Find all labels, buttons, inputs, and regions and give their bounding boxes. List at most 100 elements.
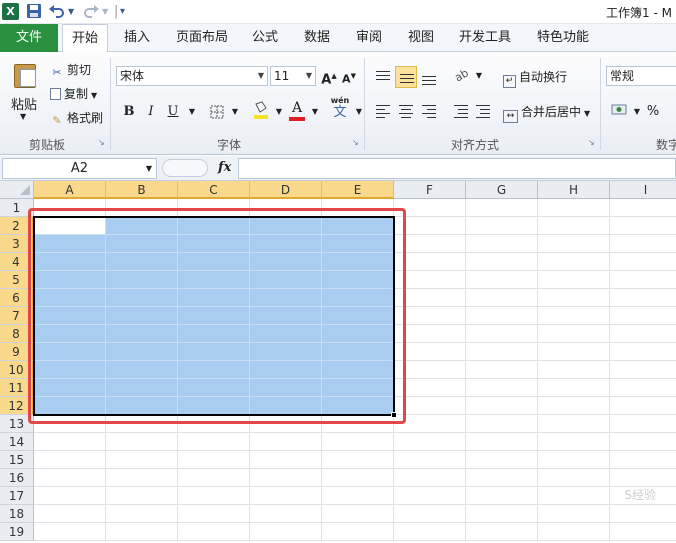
cell-h3[interactable] [538,235,610,253]
cell-c18[interactable] [178,505,250,523]
row-header-18[interactable]: 18 [0,505,34,523]
cell-h12[interactable] [538,397,610,415]
row-header-19[interactable]: 19 [0,523,34,541]
cell-h9[interactable] [538,343,610,361]
tab-formulas[interactable]: 公式 [245,24,285,52]
tab-file[interactable]: 文件 [0,24,58,52]
cell-h6[interactable] [538,289,610,307]
select-all-button[interactable] [0,181,34,199]
underline-button[interactable]: U [164,102,182,122]
cell-i8[interactable] [610,325,676,343]
cell-i14[interactable] [610,433,676,451]
cell-e16[interactable] [322,469,394,487]
cell-g17[interactable] [466,487,538,505]
clipboard-launcher-icon[interactable]: ↘ [98,138,105,147]
tab-review[interactable]: 审阅 [349,24,389,52]
cell-i16[interactable] [610,469,676,487]
cell-g2[interactable] [466,217,538,235]
paste-icon[interactable] [10,58,38,90]
borders-icon[interactable] [208,102,226,122]
italic-button[interactable]: I [142,102,160,122]
fill-color-icon[interactable] [252,100,270,120]
cell-h19[interactable] [538,523,610,541]
cell-h14[interactable] [538,433,610,451]
cell-g6[interactable] [466,289,538,307]
tab-page-layout[interactable]: 页面布局 [170,24,234,52]
column-header-e[interactable]: E [322,181,394,199]
font-launcher-icon[interactable]: ↘ [352,138,359,147]
underline-dropdown-icon[interactable]: ▼ [183,102,201,122]
orientation-icon[interactable]: ab [452,66,472,86]
cell-h2[interactable] [538,217,610,235]
cell-h5[interactable] [538,271,610,289]
paste-button[interactable]: 粘贴 [11,94,37,113]
alignment-launcher-icon[interactable]: ↘ [588,138,595,147]
cell-f15[interactable] [394,451,466,469]
cell-h11[interactable] [538,379,610,397]
cell-b18[interactable] [106,505,178,523]
merge-center-button[interactable]: ↔ 合并后居中 ▼ [503,103,590,123]
cell-d19[interactable] [250,523,322,541]
wrap-text-button[interactable]: ↵ 自动换行 [503,68,567,88]
cell-f14[interactable] [394,433,466,451]
cell-i4[interactable] [610,253,676,271]
cell-g11[interactable] [466,379,538,397]
font-size-combo[interactable]: 11 ▼ [270,66,316,86]
align-center-button[interactable] [395,100,417,122]
undo-dropdown-icon[interactable]: ▼ [68,3,74,21]
cell-i6[interactable] [610,289,676,307]
cell-d17[interactable] [250,487,322,505]
cell-g4[interactable] [466,253,538,271]
cell-f19[interactable] [394,523,466,541]
cell-i7[interactable] [610,307,676,325]
cell-i12[interactable] [610,397,676,415]
cell-h16[interactable] [538,469,610,487]
phonetic-dropdown-icon[interactable]: ▼ [350,102,368,122]
tab-home[interactable]: 开始 [62,24,108,53]
cell-g16[interactable] [466,469,538,487]
cell-h13[interactable] [538,415,610,433]
cut-button[interactable]: ✂ 剪切 [50,61,91,80]
tab-developer[interactable]: 开发工具 [452,24,518,52]
cell-c16[interactable] [178,469,250,487]
cell-g19[interactable] [466,523,538,541]
cell-i13[interactable] [610,415,676,433]
bold-button[interactable]: B [120,102,138,122]
cell-b14[interactable] [106,433,178,451]
row-header-16[interactable]: 16 [0,469,34,487]
phonetic-button[interactable]: wén 文 [328,96,352,120]
decrease-indent-button[interactable] [450,100,472,122]
undo-icon[interactable] [48,3,66,21]
worksheet-grid[interactable]: A B C D E F G H I 1 2 3 4 5 6 7 8 9 10 11 12 13 14 15 16 17 18 19 S经… [0,181,676,543]
cell-g18[interactable] [466,505,538,523]
cell-c14[interactable] [178,433,250,451]
cell-b17[interactable] [106,487,178,505]
cell-b15[interactable] [106,451,178,469]
cell-h10[interactable] [538,361,610,379]
cell-h7[interactable] [538,307,610,325]
cell-f16[interactable] [394,469,466,487]
cell-i10[interactable] [610,361,676,379]
cell-e17[interactable] [322,487,394,505]
cell-c19[interactable] [178,523,250,541]
cell-a19[interactable] [34,523,106,541]
cell-g15[interactable] [466,451,538,469]
redo-dropdown-icon[interactable]: ▼ [102,3,108,21]
accounting-format-icon[interactable] [610,102,630,122]
column-header-c[interactable]: C [178,181,250,199]
cell-e15[interactable] [322,451,394,469]
cell-a17[interactable] [34,487,106,505]
cell-i9[interactable] [610,343,676,361]
tab-view[interactable]: 视图 [401,24,441,52]
cell-d16[interactable] [250,469,322,487]
cell-i1[interactable] [610,199,676,217]
cell-g10[interactable] [466,361,538,379]
tab-insert[interactable]: 插入 [115,24,159,52]
cell-f18[interactable] [394,505,466,523]
cell-h4[interactable] [538,253,610,271]
column-header-g[interactable]: G [466,181,538,199]
customize-toolbar-icon[interactable]: ▾ [120,3,125,21]
column-header-a[interactable]: A [34,181,106,199]
redo-icon[interactable] [82,3,100,21]
font-color-dropdown-icon[interactable]: ▼ [306,102,324,122]
